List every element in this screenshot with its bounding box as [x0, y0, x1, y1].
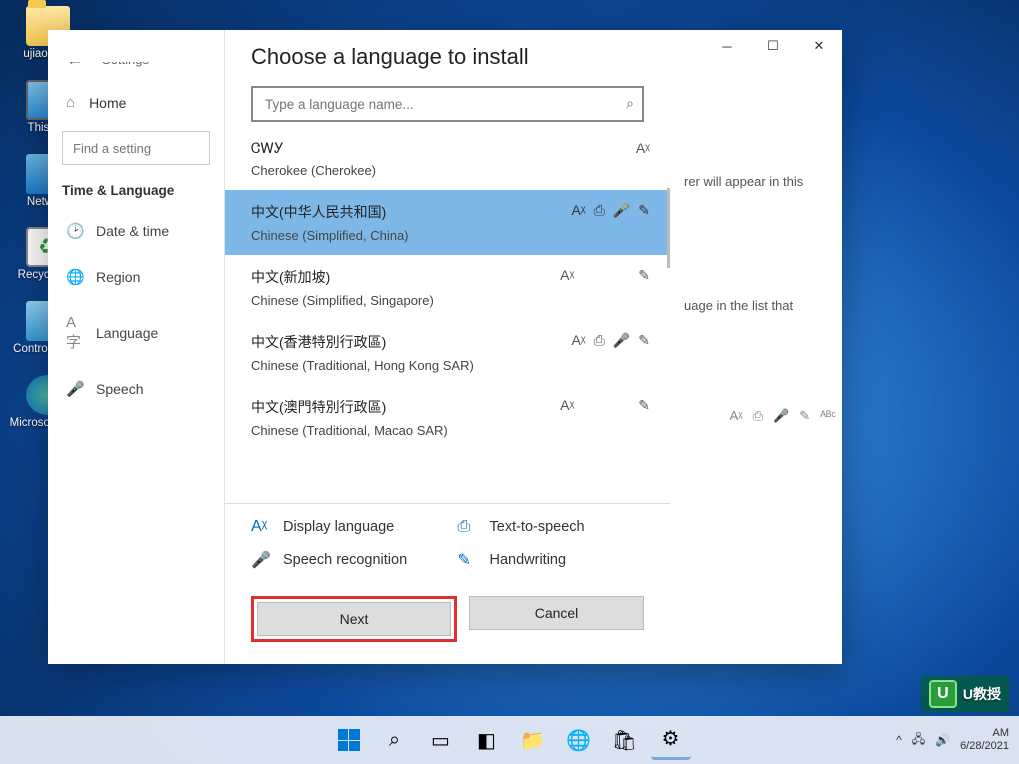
minimize-button[interactable]: ─ — [704, 30, 750, 62]
language-icon: A字 — [66, 314, 82, 352]
sidebar-home[interactable]: ⌂ Home — [48, 78, 224, 123]
taskbar-clock[interactable]: AM 6/28/2021 — [960, 727, 1009, 753]
display-lang-icon: Aᵡ — [729, 408, 742, 424]
handwriting-icon: ✎ — [638, 397, 650, 414]
sidebar-search — [62, 131, 210, 165]
taskbar: ⌕ ▭ ◧ 📁 🌐 🛍 ⚙ ^ 🖧 🔊 AM 6/28/2021 — [0, 716, 1019, 764]
mic-icon: 🎤 — [251, 550, 269, 570]
sidebar-item-date-time[interactable]: 🕑Date & time — [48, 208, 224, 254]
start-button[interactable] — [329, 720, 369, 760]
find-setting-input[interactable] — [62, 131, 210, 165]
sidebar-home-label: Home — [89, 95, 126, 111]
handwriting-icon: ✎ — [638, 267, 650, 284]
widgets[interactable]: ◧ — [467, 720, 507, 760]
background-text-2: uage in the list that — [684, 298, 814, 313]
sidebar-category: Time & Language — [48, 183, 224, 208]
language-item-chinese-traditional-macao[interactable]: 中文(澳門特別行政區) Chinese (Traditional, Macao … — [225, 385, 670, 450]
maximize-button[interactable]: ☐ — [750, 30, 796, 62]
handwriting-icon: ✎ — [638, 202, 650, 219]
handwriting-icon: ✎ — [638, 332, 650, 349]
tray-network-icon[interactable]: 🖧 — [912, 730, 925, 751]
language-item-cherokee[interactable]: ᏣᎳᎩ Cherokee (Cherokee) Aᵡ — [225, 128, 670, 190]
tts-icon: ⎙ — [753, 408, 763, 424]
tray-chevron-icon[interactable]: ^ — [896, 733, 902, 747]
settings-sidebar: ← Settings ⌂ Home Time & Language 🕑Date … — [48, 62, 224, 664]
language-item-chinese-simplified-china[interactable]: 中文(中华人民共和国) Chinese (Simplified, China) … — [225, 190, 670, 255]
display-lang-icon: Aᵡ — [571, 332, 585, 349]
display-lang-icon: Aᵡ — [560, 397, 574, 414]
display-lang-icon: Aᵡ — [571, 202, 585, 219]
tts-icon: ⎙ — [594, 202, 605, 219]
file-explorer[interactable]: 📁 — [513, 720, 553, 760]
taskbar-edge[interactable]: 🌐 — [559, 720, 599, 760]
language-item-chinese-simplified-singapore[interactable]: 中文(新加坡) Chinese (Simplified, Singapore) … — [225, 255, 670, 320]
taskbar-search[interactable]: ⌕ — [375, 720, 415, 760]
choose-language-dialog: Choose a language to install ⌕ ᏣᎳᎩ Chero… — [224, 62, 670, 664]
tts-icon: ⎙ — [594, 332, 605, 349]
mic-icon: 🎤 — [613, 202, 630, 219]
globe-icon: 🌐 — [66, 268, 82, 286]
search-icon: ⌕ — [626, 95, 634, 112]
abc-icon: ᴬᴮᶜ — [820, 408, 836, 424]
tts-icon: ⎙ — [458, 518, 476, 536]
settings-window: ─ ☐ ✕ ← Settings ⌂ Home Time & Language … — [48, 30, 842, 664]
handwriting-icon: ✎ — [458, 550, 476, 570]
language-list[interactable]: ᏣᎳᎩ Cherokee (Cherokee) Aᵡ 中文(中华人民共和国) C… — [225, 128, 670, 503]
watermark-icon: U — [929, 680, 957, 708]
handwriting-icon: ✎ — [799, 408, 810, 424]
display-lang-icon: Aᵡ — [636, 140, 650, 156]
tray-volume-icon[interactable]: 🔊 — [935, 733, 950, 747]
settings-title: Settings — [102, 62, 149, 67]
mic-icon: 🎤 — [773, 408, 789, 424]
sidebar-item-language[interactable]: A字Language — [48, 300, 224, 366]
microsoft-store[interactable]: 🛍 — [605, 720, 645, 760]
sidebar-item-speech[interactable]: 🎤Speech — [48, 366, 224, 412]
language-search-input[interactable] — [251, 86, 644, 122]
mic-icon: 🎤 — [66, 380, 82, 398]
watermark: U U教授 — [921, 676, 1009, 712]
sidebar-item-region[interactable]: 🌐Region — [48, 254, 224, 300]
taskbar-settings[interactable]: ⚙ — [651, 720, 691, 760]
system-tray: ^ 🖧 🔊 AM 6/28/2021 — [896, 727, 1009, 753]
background-text-1: rer will appear in this — [684, 174, 814, 189]
clock-icon: 🕑 — [66, 222, 82, 240]
display-lang-icon: Aᵡ — [560, 267, 574, 284]
back-button[interactable]: ← — [66, 62, 84, 70]
close-button[interactable]: ✕ — [796, 30, 842, 62]
mic-icon: 🎤 — [613, 332, 630, 349]
cancel-button[interactable]: Cancel — [469, 596, 644, 630]
background-feature-icons: Aᵡ ⎙ 🎤 ✎ ᴬᴮᶜ — [729, 408, 836, 424]
dialog-title: Choose a language to install — [251, 62, 644, 70]
display-lang-icon: Aᵡ — [251, 518, 269, 536]
home-icon: ⌂ — [66, 94, 75, 111]
feature-legend: AᵡDisplay language ⎙Text-to-speech 🎤Spee… — [225, 503, 670, 584]
next-button-highlight: Next — [251, 596, 457, 642]
next-button[interactable]: Next — [257, 602, 451, 636]
language-item-chinese-traditional-hk[interactable]: 中文(香港特別行政區) Chinese (Traditional, Hong K… — [225, 320, 670, 385]
task-view[interactable]: ▭ — [421, 720, 461, 760]
